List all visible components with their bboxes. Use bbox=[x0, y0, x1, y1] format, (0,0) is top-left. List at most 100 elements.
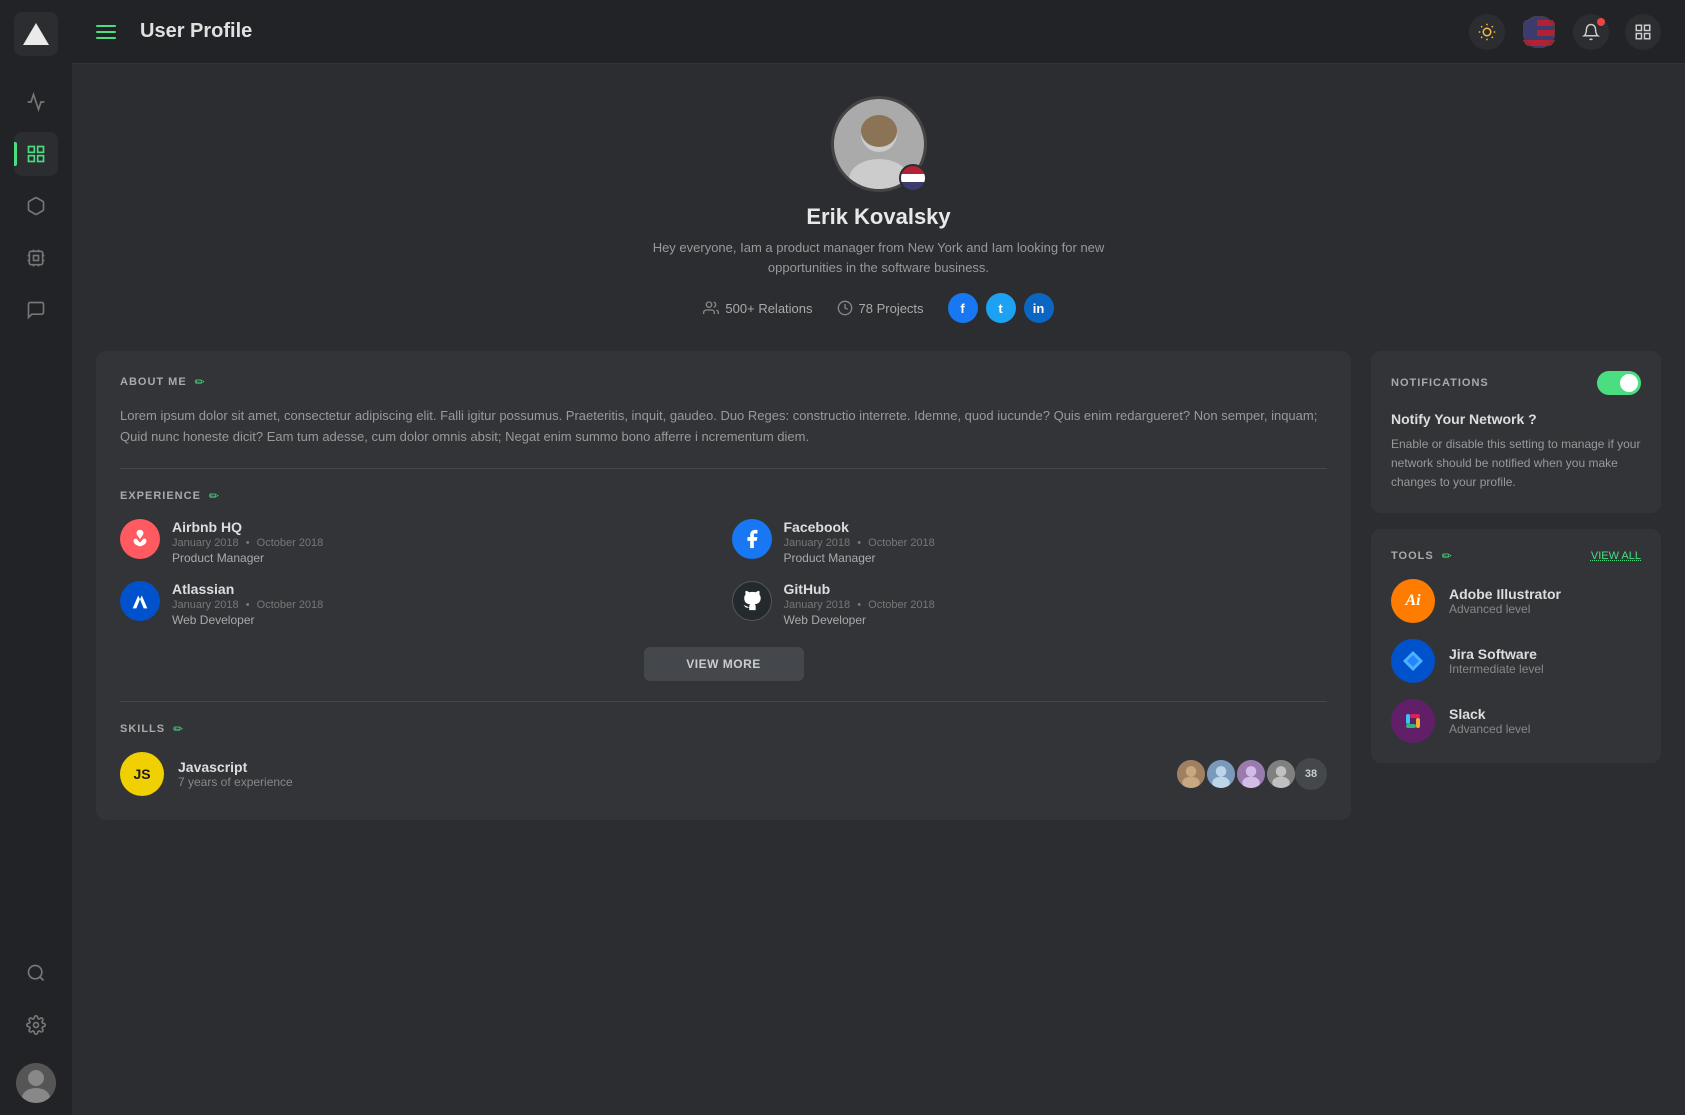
slack-level: Advanced level bbox=[1449, 722, 1530, 736]
github-info: GitHub January 2018 • October 2018 Web D… bbox=[784, 581, 935, 627]
slack-name: Slack bbox=[1449, 706, 1530, 722]
sidebar-item-chip[interactable] bbox=[14, 236, 58, 280]
airbnb-logo bbox=[120, 519, 160, 559]
main-area: User Profile bbox=[72, 0, 1685, 1115]
airbnb-company: Airbnb HQ bbox=[172, 519, 323, 535]
facebook-info: Facebook January 2018 • October 2018 Pro… bbox=[784, 519, 935, 565]
skill-users: 38 bbox=[1175, 758, 1327, 790]
sidebar-item-settings[interactable] bbox=[14, 1003, 58, 1047]
skill-user-3 bbox=[1235, 758, 1267, 790]
facebook-dates: January 2018 • October 2018 bbox=[784, 537, 935, 549]
divider-exp-skills bbox=[120, 701, 1327, 702]
airbnb-info: Airbnb HQ January 2018 • October 2018 Pr… bbox=[172, 519, 323, 565]
skill-user-4 bbox=[1265, 758, 1297, 790]
exp-item-github: GitHub January 2018 • October 2018 Web D… bbox=[732, 581, 1328, 627]
ai-logo: Ai bbox=[1391, 579, 1435, 623]
facebook-link[interactable]: f bbox=[948, 293, 978, 323]
profile-details-card: ABOUT ME ✏ Lorem ipsum dolor sit amet, c… bbox=[96, 351, 1351, 820]
airbnb-dates: January 2018 • October 2018 bbox=[172, 537, 323, 549]
twitter-link[interactable]: t bbox=[986, 293, 1016, 323]
profile-name: Erik Kovalsky bbox=[806, 204, 950, 230]
jira-name: Jira Software bbox=[1449, 646, 1544, 662]
skill-user-2 bbox=[1205, 758, 1237, 790]
exp-item-atlassian: Atlassian January 2018 • October 2018 We… bbox=[120, 581, 716, 627]
tools-header: TOOLS ✏ VIEW ALL bbox=[1391, 549, 1641, 563]
content-area: Erik Kovalsky Hey everyone, Iam a produc… bbox=[72, 64, 1685, 1115]
notifications-title: NOTIFICATIONS bbox=[1391, 377, 1489, 389]
atlassian-company: Atlassian bbox=[172, 581, 323, 597]
sidebar-item-chat[interactable] bbox=[14, 288, 58, 332]
profile-country-flag bbox=[899, 164, 927, 192]
profile-projects: 78 Projects bbox=[837, 300, 924, 316]
sidebar bbox=[0, 0, 72, 1115]
tools-edit-icon[interactable]: ✏ bbox=[1442, 549, 1452, 563]
skill-user-1 bbox=[1175, 758, 1207, 790]
tools-title-row: TOOLS ✏ bbox=[1391, 549, 1452, 563]
airbnb-role: Product Manager bbox=[172, 551, 323, 565]
skill-extra-count: 38 bbox=[1295, 758, 1327, 790]
github-role: Web Developer bbox=[784, 613, 935, 627]
language-selector[interactable] bbox=[1521, 14, 1557, 50]
notifications-description: Enable or disable this setting to manage… bbox=[1391, 435, 1641, 493]
notification-badge bbox=[1597, 18, 1605, 26]
js-badge: JS bbox=[120, 752, 164, 796]
sidebar-item-cube[interactable] bbox=[14, 184, 58, 228]
notifications-subtitle: Notify Your Network ? bbox=[1391, 411, 1641, 427]
tool-item-jira: Jira Software Intermediate level bbox=[1391, 639, 1641, 683]
js-name: Javascript bbox=[178, 759, 1161, 775]
slack-info: Slack Advanced level bbox=[1449, 706, 1530, 736]
experience-title: EXPERIENCE bbox=[120, 490, 201, 502]
about-edit-icon[interactable]: ✏ bbox=[195, 375, 205, 389]
ai-info: Adobe Illustrator Advanced level bbox=[1449, 586, 1561, 616]
experience-section-header: EXPERIENCE ✏ bbox=[120, 489, 1327, 503]
atlassian-info: Atlassian January 2018 • October 2018 We… bbox=[172, 581, 323, 627]
sidebar-item-search[interactable] bbox=[14, 951, 58, 995]
projects-count: 78 Projects bbox=[859, 301, 924, 316]
about-text: Lorem ipsum dolor sit amet, consectetur … bbox=[120, 405, 1327, 448]
linkedin-link[interactable]: in bbox=[1024, 293, 1054, 323]
relations-count: 500+ Relations bbox=[725, 301, 812, 316]
page-title: User Profile bbox=[140, 20, 1453, 43]
avatar-wrapper bbox=[831, 96, 927, 192]
about-title: ABOUT ME bbox=[120, 376, 187, 388]
apps-grid-button[interactable] bbox=[1625, 14, 1661, 50]
notifications-header: NOTIFICATIONS bbox=[1391, 371, 1641, 395]
experience-grid: Airbnb HQ January 2018 • October 2018 Pr… bbox=[120, 519, 1327, 627]
github-dates: January 2018 • October 2018 bbox=[784, 599, 935, 611]
jira-info: Jira Software Intermediate level bbox=[1449, 646, 1544, 676]
notifications-button[interactable] bbox=[1573, 14, 1609, 50]
right-panel: NOTIFICATIONS Notify Your Network ? Enab… bbox=[1371, 351, 1661, 763]
profile-stats: 500+ Relations 78 Projects f t in bbox=[703, 293, 1053, 323]
github-logo bbox=[732, 581, 772, 621]
github-company: GitHub bbox=[784, 581, 935, 597]
jira-level: Intermediate level bbox=[1449, 662, 1544, 676]
profile-header: Erik Kovalsky Hey everyone, Iam a produc… bbox=[96, 96, 1661, 323]
slack-logo bbox=[1391, 699, 1435, 743]
facebook-company: Facebook bbox=[784, 519, 935, 535]
profile-bio: Hey everyone, Iam a product manager from… bbox=[629, 238, 1129, 277]
user-avatar-small[interactable] bbox=[16, 1063, 56, 1103]
skill-item-js: JS Javascript 7 years of experience bbox=[120, 752, 1327, 796]
jira-logo bbox=[1391, 639, 1435, 683]
atlassian-dates: January 2018 • October 2018 bbox=[172, 599, 323, 611]
sidebar-item-activity[interactable] bbox=[14, 80, 58, 124]
atlassian-logo bbox=[120, 581, 160, 621]
theme-toggle-button[interactable] bbox=[1469, 14, 1505, 50]
js-info: Javascript 7 years of experience bbox=[178, 759, 1161, 789]
view-more-button[interactable]: VIEW MORE bbox=[644, 647, 804, 681]
experience-edit-icon[interactable]: ✏ bbox=[209, 489, 219, 503]
exp-item-airbnb: Airbnb HQ January 2018 • October 2018 Pr… bbox=[120, 519, 716, 565]
skills-section-header: SKILLS ✏ bbox=[120, 722, 1327, 736]
sidebar-item-dashboard[interactable] bbox=[14, 132, 58, 176]
cards-layout: ABOUT ME ✏ Lorem ipsum dolor sit amet, c… bbox=[96, 351, 1661, 820]
tools-title: TOOLS bbox=[1391, 550, 1434, 562]
skills-edit-icon[interactable]: ✏ bbox=[173, 722, 183, 736]
notifications-toggle[interactable] bbox=[1597, 371, 1641, 395]
atlassian-role: Web Developer bbox=[172, 613, 323, 627]
hamburger-menu[interactable] bbox=[96, 25, 116, 39]
notifications-card: NOTIFICATIONS Notify Your Network ? Enab… bbox=[1371, 351, 1661, 513]
tool-item-ai: Ai Adobe Illustrator Advanced level bbox=[1391, 579, 1641, 623]
app-logo[interactable] bbox=[14, 12, 58, 56]
profile-relations: 500+ Relations bbox=[703, 300, 812, 316]
view-all-link[interactable]: VIEW ALL bbox=[1591, 550, 1641, 562]
